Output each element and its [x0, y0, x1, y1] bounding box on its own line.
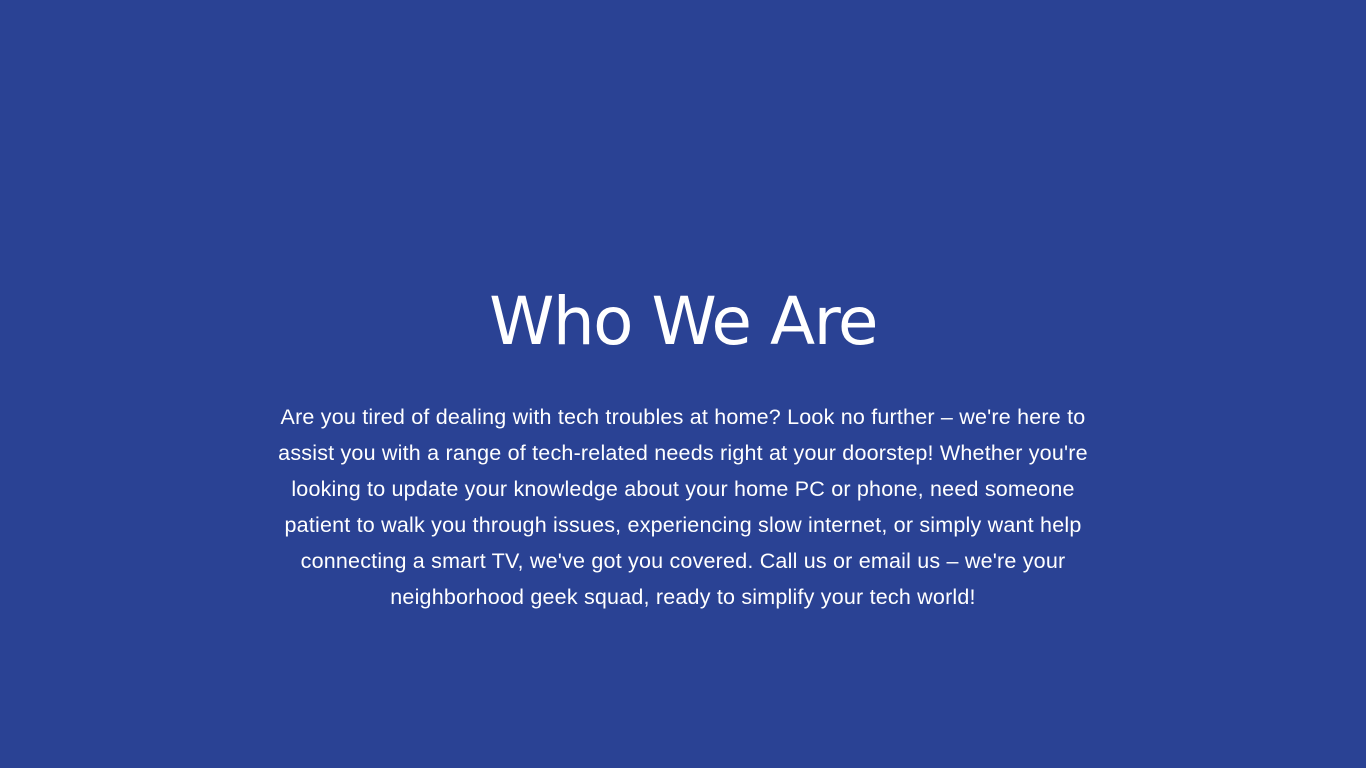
section-description: Are you tired of dealing with tech troub… — [278, 405, 1088, 609]
section-heading: Who We Are — [489, 283, 878, 360]
who-we-are-section: Who We Are Are you tired of dealing with… — [0, 0, 1366, 768]
